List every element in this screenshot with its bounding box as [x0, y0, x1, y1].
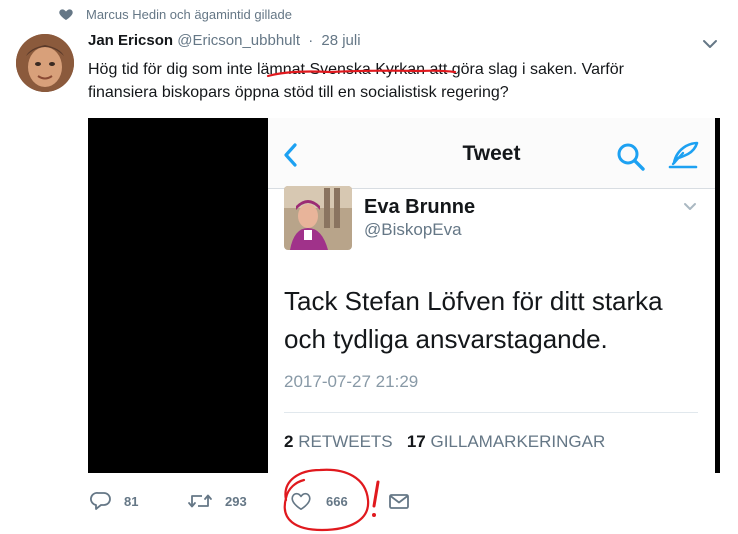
exclamation-dot [372, 513, 376, 517]
social-context-text: Marcus Hedin och ägamintid gillade [86, 6, 292, 22]
chevron-down-icon [684, 203, 696, 210]
tweet-date[interactable]: 28 juli [321, 32, 360, 49]
author-handle[interactable]: @Ericson_ubbhult [177, 32, 300, 49]
retweet-count: 293 [225, 493, 247, 509]
embedded-like-label: GILLAMARKERINGAR [430, 432, 606, 451]
tweet-text-line-2: finansiera biskopars öppna stöd till en … [88, 84, 509, 101]
like-count: 666 [326, 493, 348, 509]
embedded-avatar [284, 186, 352, 250]
embedded-screenshot: Tweet Eva Brunne @BiskopEva Tack Stefan … [268, 118, 715, 473]
search-icon [617, 143, 645, 171]
embedded-tweet-text: Tack Stefan Löfven för ditt starka och t… [284, 282, 704, 358]
direct-message-icon [389, 494, 409, 509]
embedded-like-count: 17 [406, 432, 426, 451]
retweet-icon [188, 494, 212, 508]
avatar-image [16, 34, 74, 92]
reply-button[interactable]: 81 [90, 488, 138, 514]
exclamation-annotation [372, 480, 380, 508]
embedded-nav-bar: Tweet [268, 118, 715, 189]
avatar[interactable] [16, 34, 74, 92]
embedded-divider [284, 412, 698, 413]
heart-icon [59, 9, 73, 20]
reply-icon [90, 492, 111, 510]
separator-dot: · [308, 32, 314, 49]
retweet-button[interactable]: 293 [187, 488, 247, 514]
reply-count: 81 [124, 493, 139, 509]
embedded-text-line-2: och tydliga ansvarstagande. [284, 324, 608, 354]
embedded-author-handle: @BiskopEva [364, 220, 462, 239]
social-context: Marcus Hedin och ägamintid gillade [58, 4, 292, 24]
like-icon [291, 492, 311, 510]
like-button[interactable]: 666 [290, 488, 348, 514]
tweet-text-line-1: Hög tid för dig som inte lämnat Svenska … [88, 61, 624, 78]
embedded-retweet-label: RETWEETS [298, 432, 393, 451]
chevron-down-icon[interactable] [702, 38, 718, 50]
tweet-header: Jan Ericson @Ericson_ubbhult · 28 juli [88, 32, 361, 49]
direct-message-button[interactable] [388, 488, 410, 514]
embedded-stats: 2 RETWEETS 17 GILLAMARKERINGAR [284, 432, 605, 452]
embedded-nav-title: Tweet [462, 142, 521, 165]
embedded-timestamp: 2017-07-27 21:29 [284, 372, 419, 391]
author-name[interactable]: Jan Ericson [88, 32, 173, 49]
embedded-retweet-count: 2 [284, 432, 294, 451]
compose-icon [668, 141, 699, 169]
tweet-media[interactable]: Tweet Eva Brunne @BiskopEva Tack Stefan … [88, 118, 720, 473]
embedded-author-name: Eva Brunne [364, 196, 476, 218]
embedded-text-line-1: Tack Stefan Löfven för ditt starka [284, 286, 663, 316]
tweet-text: Hög tid för dig som inte lämnat Svenska … [88, 58, 708, 104]
